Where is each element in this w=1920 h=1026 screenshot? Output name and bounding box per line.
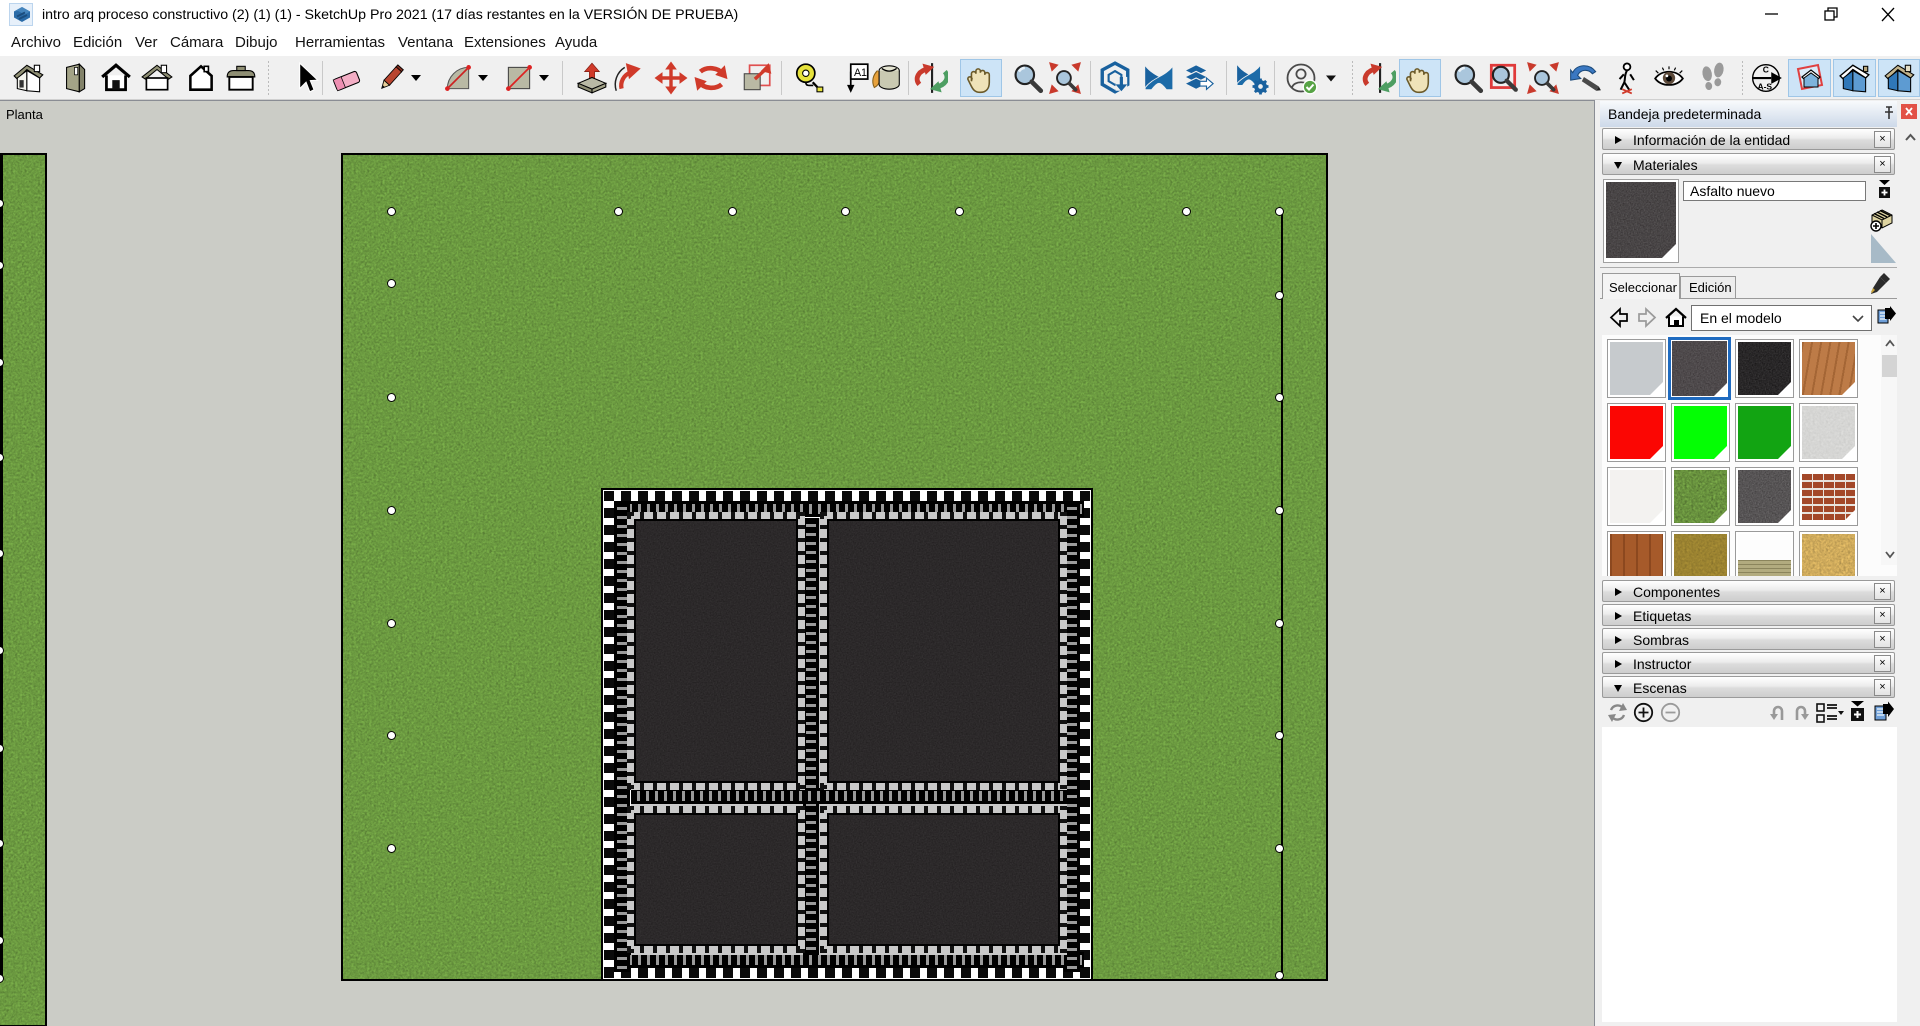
svg-text:A1: A1	[854, 67, 867, 79]
svg-text:C: C	[1763, 65, 1769, 75]
svg-text:A-S: A-S	[1757, 82, 1772, 92]
